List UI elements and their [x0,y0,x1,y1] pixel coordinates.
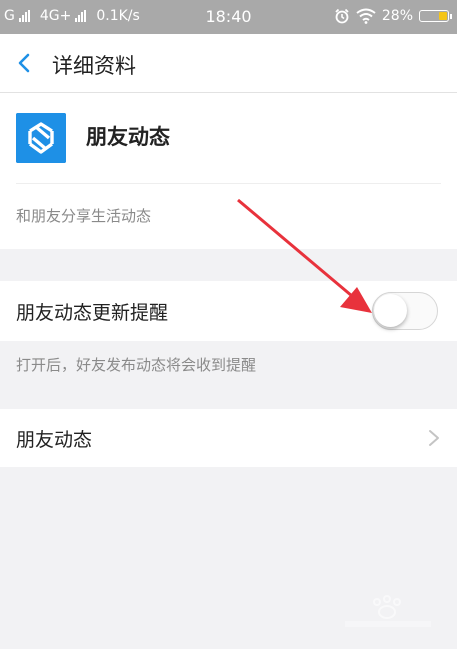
update-reminder-label: 朋友动态更新提醒 [16,302,169,324]
app-name: 朋友动态 [86,125,170,149]
back-arrow-icon[interactable] [14,52,36,74]
chevron-right-icon [429,430,439,446]
moments-link-row[interactable]: 朋友动态 [0,409,457,467]
battery-percent: 28% [381,8,413,24]
watermark-logo [345,595,431,627]
status-right: 28% [334,8,452,24]
update-reminder-hint: 打开后，好友发布动态将会收到提醒 [16,356,257,374]
aperture-icon [16,113,66,163]
moments-link-label: 朋友动态 [16,429,93,451]
update-reminder-toggle[interactable] [372,292,438,330]
status-bar: G 4G+ 0.1K/s 18:40 28% [0,0,457,34]
nav-bar: 详细资料 [0,34,457,93]
page-title: 详细资料 [52,54,136,78]
update-reminder-row[interactable]: 朋友动态更新提醒 [0,281,457,341]
app-info-card: 朋友动态 和朋友分享生活动态 [0,93,457,249]
wifi-icon [356,8,376,24]
app-description: 和朋友分享生活动态 [16,207,152,225]
battery-fill [439,12,447,20]
alarm-icon [335,8,349,24]
divider [16,183,441,184]
toggle-knob [374,294,407,327]
battery-icon [419,10,452,22]
